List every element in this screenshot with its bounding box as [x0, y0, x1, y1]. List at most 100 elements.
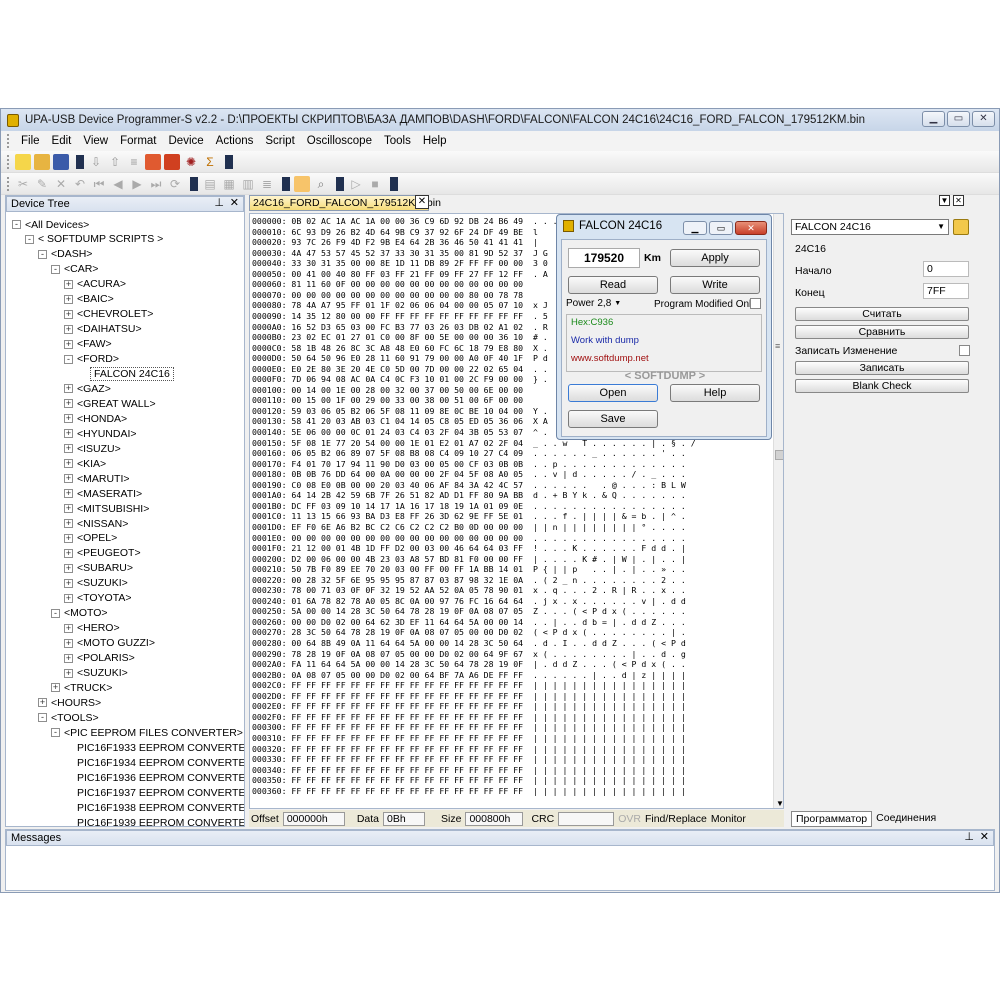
last-icon[interactable]: ⏭ [148, 176, 164, 192]
dialog-maximize-button[interactable]: ▭ [709, 221, 733, 235]
expand-icon[interactable]: + [64, 653, 73, 663]
hex-row[interactable]: 000340: FF FF FF FF FF FF FF FF FF FF FF… [252, 765, 686, 775]
hex-row[interactable]: 000210: 50 7B F0 89 EE 70 20 03 00 FF 00… [252, 564, 686, 574]
vertical-scrollbar[interactable]: ▼ [773, 214, 783, 808]
menu-actions[interactable]: Actions [210, 135, 260, 147]
open-button[interactable]: Open [568, 384, 658, 402]
expand-icon[interactable]: + [64, 429, 73, 439]
expand-icon[interactable]: + [64, 459, 73, 469]
device-select[interactable]: FALCON 24C16 ▼ [791, 219, 949, 235]
hex-row[interactable]: 000320: FF FF FF FF FF FF FF FF FF FF FF… [252, 744, 686, 754]
table-icon[interactable]: ▥ [240, 176, 256, 192]
toolbar-dropdown[interactable] [76, 154, 84, 169]
tree-node[interactable]: + <BAIC> [64, 292, 114, 307]
toolbar-dropdown-6[interactable] [390, 176, 398, 191]
hex-row[interactable]: 0001C0: 11 13 15 66 93 BA D3 E8 FF 26 3D… [252, 511, 686, 521]
hex-row[interactable]: 0000C0: 58 1B 48 26 8C 3C A8 48 E0 60 FC… [252, 343, 548, 353]
hex-row[interactable]: 000200: D2 00 06 00 00 4B 23 03 A8 57 BD… [252, 554, 686, 564]
hex-row[interactable]: 000310: FF FF FF FF FF FF FF FF FF FF FF… [252, 733, 686, 743]
hex-row[interactable]: 0001A0: 64 14 2B 42 59 6B 7F 26 51 82 AD… [252, 490, 686, 500]
pin-icon[interactable]: ⊥ [214, 196, 224, 210]
hex-row[interactable]: 000160: 06 05 B2 06 89 07 5F 08 B8 08 C4… [252, 448, 686, 458]
expand-icon[interactable]: + [64, 533, 73, 543]
tree-node[interactable]: PIC16F1933 EEPROM CONVERTER [64, 740, 244, 755]
hex-row[interactable]: 000170: F4 01 70 17 94 11 90 D0 03 00 05… [252, 459, 686, 469]
hex-row[interactable]: 000100: 00 14 00 1E 00 28 00 32 00 37 00… [252, 385, 523, 395]
toolbar-dropdown-3[interactable] [190, 176, 198, 191]
tab-connections[interactable]: Соединения [872, 811, 940, 827]
expand-icon[interactable]: + [64, 309, 73, 319]
list-icon[interactable]: ≣ [259, 176, 275, 192]
verify-icon[interactable]: ≡ [126, 154, 142, 170]
menu-tools[interactable]: Tools [378, 135, 417, 147]
tree-node[interactable]: + <MASERATI> [64, 486, 142, 501]
end-input[interactable]: 7FF [923, 283, 969, 299]
add-device-icon[interactable] [953, 219, 969, 235]
collapse-icon[interactable]: - [38, 249, 47, 259]
tree-node[interactable]: + <CHEVROLET> [64, 307, 153, 322]
tree-node[interactable]: + <HERO> [64, 621, 120, 636]
cut-icon[interactable]: ✂ [15, 176, 31, 192]
panel-menu-icon[interactable]: ▼ [939, 195, 950, 206]
toolbar-dropdown-2[interactable] [225, 154, 233, 169]
refresh-icon[interactable]: ⟳ [167, 176, 183, 192]
hex-row[interactable]: 000300: FF FF FF FF FF FF FF FF FF FF FF… [252, 722, 686, 732]
tree-node[interactable]: + <POLARIS> [64, 651, 135, 666]
read-chip-icon[interactable]: ⇩ [88, 154, 104, 170]
tree-node[interactable]: + <ACURA> [64, 277, 126, 292]
hex-row[interactable]: 0000E0: E0 2E 80 3E 20 4E C0 5D 00 7D 00… [252, 364, 548, 374]
tree-node[interactable]: + <GAZ> [64, 381, 111, 396]
expand-icon[interactable]: + [64, 638, 73, 648]
expand-icon[interactable]: + [64, 339, 73, 349]
first-icon[interactable]: ⏮ [91, 176, 107, 192]
tree-node[interactable]: + <KIA> [64, 456, 106, 471]
tree-node[interactable]: + <ISUZU> [64, 441, 121, 456]
start-input[interactable]: 0 [923, 261, 969, 277]
hex-row[interactable]: 000220: 00 28 32 5F 6E 95 95 95 87 87 03… [252, 575, 686, 585]
hex-row[interactable]: 000020: 93 7C 26 F9 4D F2 9B E4 64 2B 36… [252, 237, 538, 247]
tree-node[interactable]: + <HONDA> [64, 411, 127, 426]
expand-icon[interactable]: + [64, 324, 73, 334]
expand-icon[interactable]: + [64, 563, 73, 573]
read-button[interactable]: Read [568, 276, 658, 294]
collapse-icon[interactable]: - [51, 264, 60, 274]
tree-node[interactable]: + <HOURS> [38, 695, 101, 710]
tree-node[interactable]: PIC16F1936 EEPROM CONVERTER [64, 770, 244, 785]
layout-icon[interactable]: ▤ [202, 176, 218, 192]
tree-node[interactable]: - <All Devices> [12, 217, 89, 232]
splitter-grip[interactable]: ≡ [775, 341, 780, 351]
dialog-minimize-button[interactable]: ▁ [683, 221, 707, 235]
hex-row[interactable]: 000070: 00 00 00 00 00 00 00 00 00 00 00… [252, 290, 523, 300]
tree-node[interactable]: + <MARUTI> [64, 471, 130, 486]
expand-icon[interactable]: + [64, 414, 73, 424]
menu-view[interactable]: View [77, 135, 114, 147]
document-tab[interactable]: 24C16_FORD_FALCON_179512KM.bin [249, 195, 441, 211]
hex-row[interactable]: 000010: 6C 93 D9 26 B2 4D 64 9B C9 37 92… [252, 227, 538, 237]
hex-row[interactable]: 000350: FF FF FF FF FF FF FF FF FF FF FF… [252, 775, 686, 785]
tree-node[interactable]: + <HYUNDAI> [64, 426, 137, 441]
hex-row[interactable]: 000290: 78 28 19 0F 0A 08 07 05 00 00 D0… [252, 649, 686, 659]
expand-icon[interactable]: + [64, 504, 73, 514]
run-icon[interactable]: ▷ [348, 176, 364, 192]
help-button[interactable]: Help [670, 384, 760, 402]
hex-row[interactable]: 000250: 5A 00 00 14 28 3C 50 64 78 28 19… [252, 606, 686, 616]
expand-icon[interactable]: + [64, 593, 73, 603]
tree-node[interactable]: + <SUZUKI> [64, 576, 128, 591]
maximize-button[interactable]: ▭ [947, 111, 970, 127]
pointer-icon[interactable] [294, 175, 310, 192]
tree-node[interactable]: + <GREAT WALL> [64, 396, 156, 411]
hex-row[interactable]: 0001B0: DC FF 03 09 10 14 17 1A 16 17 18… [252, 501, 686, 511]
tree-node[interactable]: - < SOFTDUMP SCRIPTS > [25, 232, 163, 247]
hex-row[interactable]: 000090: 14 35 12 80 00 00 FF FF FF FF FF… [252, 311, 548, 321]
write-changes-checkbox[interactable] [959, 345, 970, 356]
play-icon[interactable]: ▶ [129, 176, 145, 192]
tree-node[interactable]: + <SUZUKI> [64, 666, 128, 681]
expand-icon[interactable]: + [64, 399, 73, 409]
hex-row[interactable]: 0002D0: FF FF FF FF FF FF FF FF FF FF FF… [252, 691, 686, 701]
menu-file[interactable]: File [15, 135, 46, 147]
tab-programmer[interactable]: Программатор [791, 811, 873, 827]
hex-row[interactable]: 000110: 00 15 00 1F 00 29 00 33 00 38 00… [252, 395, 523, 405]
toolbar-dropdown-4[interactable] [282, 176, 290, 191]
expand-icon[interactable]: + [64, 548, 73, 558]
read-button-ru[interactable]: Считать [795, 307, 969, 321]
